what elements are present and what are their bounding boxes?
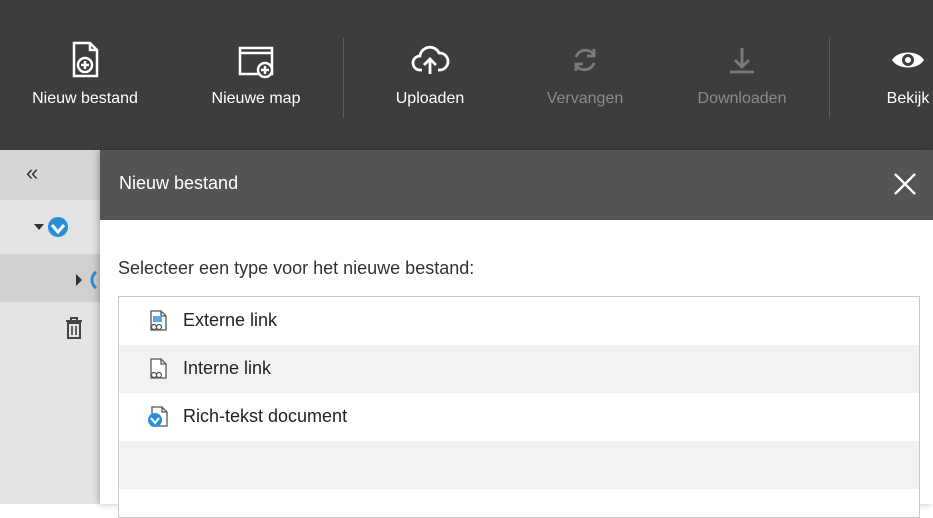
view-label: Bekijk [886,90,930,107]
internal-link-doc-icon [147,358,169,380]
download-button[interactable]: Downloaden [672,40,812,130]
file-type-list: Externe link Interne link Rich-tekst doc… [118,296,920,518]
new-file-label: Nieuw bestand [32,90,138,107]
new-file-dialog: Nieuw bestand Selecteer een type voor he… [100,150,933,518]
dialog-title: Nieuw bestand [119,173,239,193]
list-item-label: Externe link [183,310,278,330]
tree-root-node[interactable] [30,216,100,242]
view-button[interactable]: Bekijk [868,40,933,130]
list-item-label: Rich-tekst document [183,406,348,426]
double-chevron-left-icon: « [26,160,39,185]
tree-root-icon [34,217,68,237]
new-folder-label: Nieuwe map [211,90,301,107]
toolbar-separator [829,38,830,118]
toolbar: Nieuw bestand Nieuwe map Uploaden Vervan… [0,0,933,150]
folder-tree-panel: « [0,150,100,504]
dialog-prompt: Selecteer een type voor het nieuwe besta… [118,258,475,278]
upload-label: Uploaden [395,90,465,107]
new-file-button[interactable]: Nieuw bestand [0,40,170,130]
collapse-panel-button[interactable]: « [0,150,100,200]
download-label: Downloaden [697,90,787,107]
tree-child-icon [76,270,98,290]
trash-icon[interactable] [64,316,84,340]
toolbar-separator [343,38,344,118]
replace-button[interactable]: Vervangen [525,40,645,130]
new-folder-button[interactable]: Nieuwe map [186,40,326,130]
rich-text-doc-icon [147,406,169,428]
cloud-upload-icon [410,40,450,80]
external-link-doc-icon [147,310,169,332]
new-folder-icon [236,40,276,80]
new-file-icon [65,40,105,80]
dialog-header: Nieuw bestand [100,150,933,220]
list-item-internal-link[interactable]: Interne link [119,345,919,393]
eye-icon [888,40,928,80]
upload-button[interactable]: Uploaden [370,40,490,130]
close-button[interactable] [890,169,920,199]
tree-child-row[interactable] [0,254,100,302]
download-icon [722,40,762,80]
list-item-label: Interne link [183,358,272,378]
list-item-empty [119,441,919,489]
list-item-external-link[interactable]: Externe link [119,297,919,345]
replace-label: Vervangen [546,90,624,107]
replace-icon [565,40,605,80]
close-icon [894,173,916,195]
list-item-rich-text-document[interactable]: Rich-tekst document [119,393,919,441]
